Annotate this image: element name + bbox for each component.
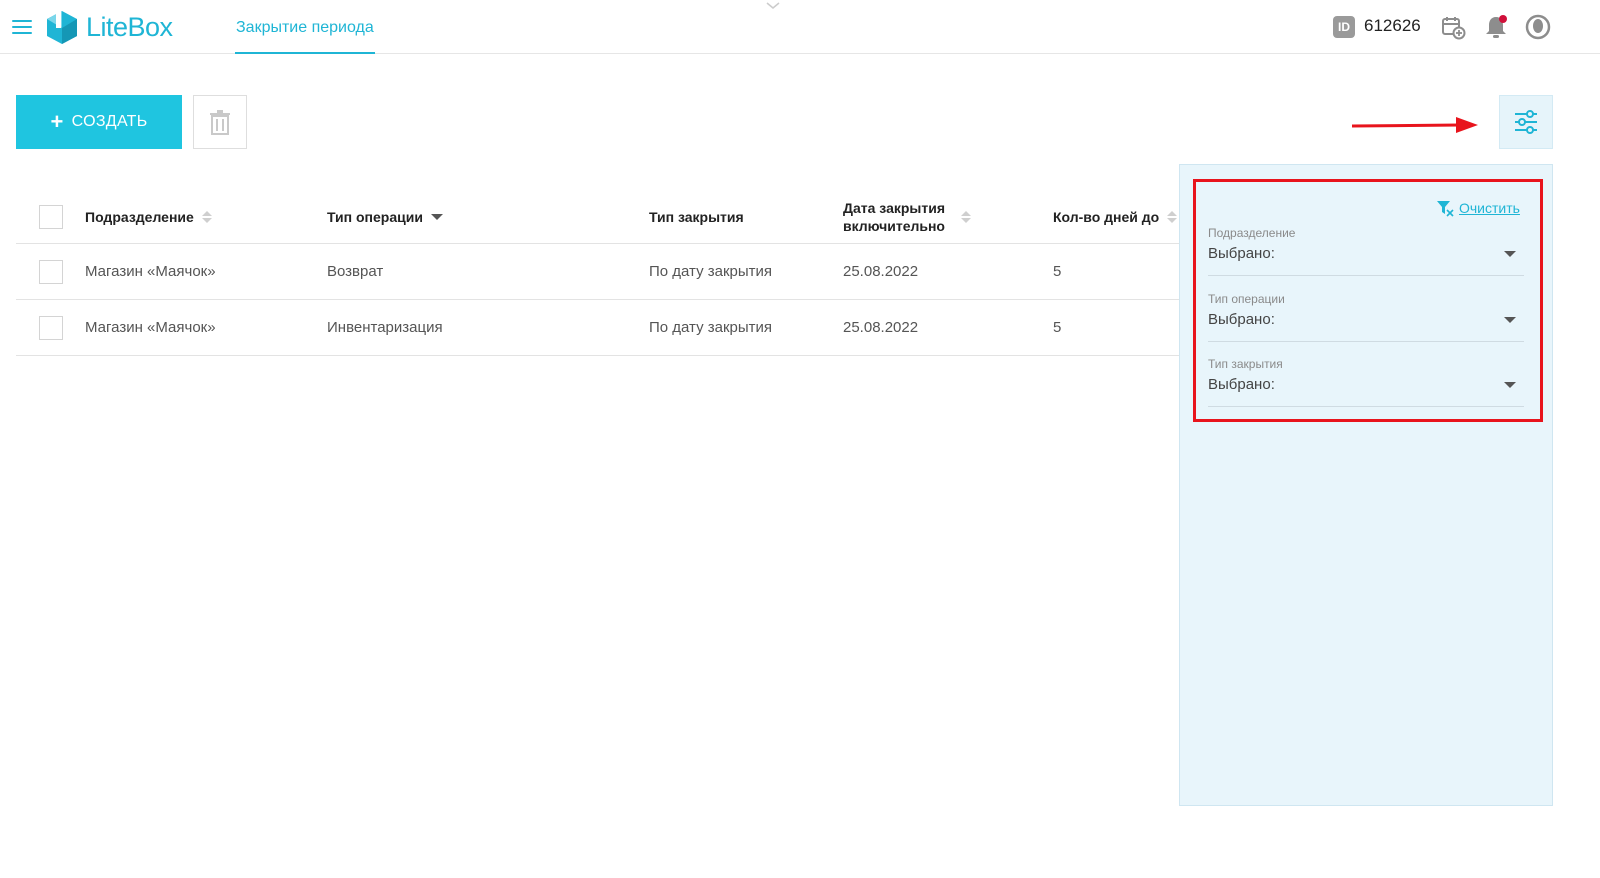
cell-closing-type: По дату закрытия: [649, 263, 773, 280]
top-header: LiteBox Закрытие периода ID 612626: [0, 0, 1600, 54]
sort-icon: [1167, 210, 1178, 223]
filter-closing-type-value: Выбрано:: [1208, 376, 1275, 393]
select-all-cell: [39, 190, 63, 243]
filter-division-value: Выбрано:: [1208, 245, 1275, 262]
cell-closing-date: 25.08.2022: [843, 319, 919, 336]
create-button-label: СОЗДАТЬ: [71, 113, 148, 130]
account-id: 612626: [1364, 16, 1421, 35]
clear-filters-link[interactable]: Очистить: [1436, 199, 1520, 217]
litebox-logo-icon: [47, 10, 77, 44]
row-checkbox[interactable]: [39, 315, 63, 340]
col-operation-type[interactable]: Тип операции: [327, 190, 443, 243]
filter-division-select[interactable]: Подразделение Выбрано:: [1208, 226, 1524, 276]
cell-closing-date: 25.08.2022: [843, 263, 919, 280]
tab-period-closing[interactable]: Закрытие периода: [235, 0, 375, 54]
col-closing-type: Тип закрытия: [649, 190, 744, 243]
col-days-label: Кол-во дней до: [1053, 208, 1160, 225]
filter-toggle-button[interactable]: [1499, 95, 1553, 149]
id-badge-icon: ID: [1333, 16, 1355, 38]
bell-icon[interactable]: [1483, 14, 1509, 40]
create-button[interactable]: + СОЗДАТЬ: [16, 95, 182, 149]
filter-clear-icon: [1437, 201, 1454, 217]
sort-icon: [201, 210, 212, 223]
cell-days: 5: [1053, 319, 1062, 336]
col-closing-date-label: Дата закрытия включительно: [843, 199, 945, 234]
logo-text: LiteBox: [86, 11, 173, 42]
col-days[interactable]: Кол-во дней до: [1053, 190, 1178, 243]
delete-button[interactable]: [193, 95, 247, 149]
filter-closing-type-select[interactable]: Тип закрытия Выбрано:: [1208, 357, 1524, 407]
filter-division-label: Подразделение: [1208, 226, 1296, 240]
filter-closing-type-label: Тип закрытия: [1208, 357, 1283, 371]
cell-operation-type: Инвентаризация: [327, 319, 443, 336]
caret-down-icon: [1504, 251, 1516, 257]
calendar-add-icon[interactable]: [1440, 14, 1466, 40]
table-row[interactable]: Магазин «Маячок» Инвентаризация По дату …: [16, 300, 1180, 356]
sort-desc-icon: [430, 213, 443, 220]
caret-down-icon: [1504, 382, 1516, 388]
table-row[interactable]: Магазин «Маячок» Возврат По дату закрыти…: [16, 244, 1180, 300]
chevron-down-icon[interactable]: [766, 2, 780, 10]
col-closing-type-label: Тип закрытия: [649, 208, 744, 225]
select-all-checkbox[interactable]: [39, 204, 63, 229]
row-select-cell: [39, 300, 63, 355]
filter-operation-type-value: Выбрано:: [1208, 311, 1275, 328]
user-avatar-icon[interactable]: [1525, 14, 1551, 40]
red-arrow-annotation: [1351, 117, 1478, 133]
row-checkbox[interactable]: [39, 259, 63, 284]
logo[interactable]: LiteBox: [44, 8, 173, 46]
sliders-icon: [1515, 110, 1537, 134]
plus-icon: +: [50, 109, 64, 134]
cell-division: Магазин «Маячок»: [85, 263, 216, 280]
caret-down-icon: [1504, 317, 1516, 323]
period-closing-table: Подразделение Тип операции Тип закрытия …: [16, 190, 1180, 356]
cell-division: Магазин «Маячок»: [85, 319, 216, 336]
cell-days: 5: [1053, 263, 1062, 280]
col-closing-date[interactable]: Дата закрытия включительно: [843, 190, 971, 243]
clear-filters-label: Очистить: [1459, 200, 1520, 216]
filter-operation-type-select[interactable]: Тип операции Выбрано:: [1208, 292, 1524, 342]
col-division-label: Подразделение: [85, 208, 194, 225]
filter-operation-type-label: Тип операции: [1208, 292, 1285, 306]
col-operation-type-label: Тип операции: [327, 208, 423, 225]
table-header: Подразделение Тип операции Тип закрытия …: [16, 190, 1180, 244]
trash-icon: [210, 110, 230, 135]
sort-icon: [961, 210, 971, 223]
row-select-cell: [39, 244, 63, 299]
menu-icon[interactable]: [12, 20, 32, 34]
cell-operation-type: Возврат: [327, 263, 384, 280]
cell-closing-type: По дату закрытия: [649, 319, 773, 336]
col-division[interactable]: Подразделение: [85, 190, 212, 243]
